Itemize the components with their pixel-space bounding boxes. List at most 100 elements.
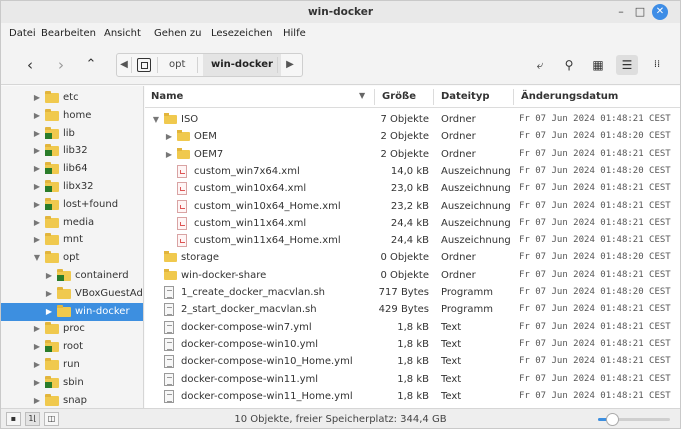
column-type[interactable]: Dateityp: [441, 91, 490, 102]
sidebar-item-run[interactable]: ▶ run: [1, 356, 143, 374]
menu-lesezeichen[interactable]: Lesezeichen: [211, 28, 272, 39]
sort-desc-icon[interactable]: ▼: [359, 91, 365, 100]
expander-collapsed-icon[interactable]: ▶: [32, 320, 42, 338]
breadcrumb-opt[interactable]: opt: [169, 54, 185, 76]
expander-collapsed-icon[interactable]: ▶: [164, 146, 174, 163]
forward-button[interactable]: ›: [52, 55, 70, 75]
file-date: Fr 07 Jun 2024 01:48:20 CEST: [519, 252, 671, 263]
sidebar-item-lib64[interactable]: ▶ lib64: [1, 160, 143, 178]
sidebar-item-vboxguestadditions[interactable]: ▶ VBoxGuestAdditions: [1, 285, 143, 303]
column-date[interactable]: Änderungsdatum: [521, 91, 618, 102]
sidebar-item-etc[interactable]: ▶ etc: [1, 89, 143, 107]
expander-collapsed-icon[interactable]: ▶: [32, 231, 42, 249]
breadcrumb-prev-icon[interactable]: ◀: [117, 54, 131, 76]
folder-icon: [45, 358, 59, 370]
sidebar-item-containerd[interactable]: ▶ containerd: [1, 267, 143, 285]
folder-icon: [57, 269, 71, 281]
breadcrumb-separator: [277, 57, 278, 73]
folder-icon: [45, 126, 59, 139]
list-view-icon[interactable]: ☰: [616, 55, 638, 75]
file-row[interactable]: custom_win10x64.xml 23,0 kB Auszeichnung Fr…: [145, 180, 680, 197]
folder-icon: [164, 268, 177, 280]
file-row[interactable]: ▶ OEM7 2 Objekte Ordner Fr 07 Jun 2024 01:48…: [145, 146, 680, 163]
back-button[interactable]: ‹: [21, 55, 39, 75]
expander-collapsed-icon[interactable]: ▶: [32, 125, 42, 143]
text-file-icon: [164, 372, 174, 386]
compact-view-icon[interactable]: ⁞⁞: [646, 55, 668, 75]
expander-collapsed-icon[interactable]: ▶: [44, 285, 54, 303]
sidebar-item-lost-found[interactable]: ▶ lost+found: [1, 196, 143, 214]
breadcrumb: ◀ opt win-docker ▶: [116, 53, 303, 77]
file-type: Ordner: [441, 131, 476, 143]
expander-collapsed-icon[interactable]: ▶: [32, 160, 42, 178]
file-row[interactable]: docker-compose-win11.yml 1,8 kB Text Fr 07 …: [145, 371, 680, 388]
maximize-icon[interactable]: □: [632, 4, 648, 20]
menu-hilfe[interactable]: Hilfe: [283, 28, 306, 39]
sidebar-item-sbin[interactable]: ▶ sbin: [1, 374, 143, 392]
column-size[interactable]: Größe: [382, 91, 416, 102]
breadcrumb-next-icon[interactable]: ▶: [283, 54, 297, 76]
file-row[interactable]: custom_win11x64_Home.xml 24,4 kB Auszeichn…: [145, 232, 680, 249]
up-button[interactable]: ⌃: [82, 55, 100, 75]
sidebar-item-media[interactable]: ▶ media: [1, 214, 143, 232]
menu-gehen-zu[interactable]: Gehen zu: [154, 28, 202, 39]
file-row[interactable]: custom_win10x64_Home.xml 23,2 kB Auszeichn…: [145, 198, 680, 215]
file-row[interactable]: docker-compose-win7.yml 1,8 kB Text Fr 07 J…: [145, 319, 680, 336]
expander-collapsed-icon[interactable]: ▶: [32, 89, 42, 107]
file-row[interactable]: storage 0 Objekte Ordner Fr 07 Jun 2024 01:…: [145, 249, 680, 266]
root-drive-icon[interactable]: [137, 58, 151, 72]
file-type: Ordner: [441, 148, 476, 160]
file-row[interactable]: ▼ ISO 7 Objekte Ordner Fr 07 Jun 2024 01:48:…: [145, 111, 680, 128]
file-size: 24,4 kB: [390, 217, 429, 229]
sidebar-item-root[interactable]: ▶ root: [1, 338, 143, 356]
file-row[interactable]: custom_win7x64.xml 14,0 kB Auszeichnung Fr …: [145, 163, 680, 180]
file-date: Fr 07 Jun 2024 01:48:21 CEST: [519, 321, 671, 332]
sidebar-item-snap[interactable]: ▶ snap: [1, 392, 143, 408]
expander-collapsed-icon[interactable]: ▶: [32, 142, 42, 160]
close-icon[interactable]: ✕: [652, 4, 668, 20]
sidebar-item-opt[interactable]: ▼ opt: [1, 249, 143, 267]
minimize-icon[interactable]: –: [613, 4, 629, 20]
expander-collapsed-icon[interactable]: ▶: [164, 128, 174, 145]
menu-bearbeiten[interactable]: Bearbeiten: [41, 28, 96, 39]
file-date: Fr 07 Jun 2024 01:48:21 CEST: [519, 269, 671, 280]
expander-collapsed-icon[interactable]: ▶: [32, 196, 42, 214]
file-row[interactable]: custom_win11x64.xml 24,4 kB Auszeichnung Fr…: [145, 215, 680, 232]
file-name: docker-compose-win11.yml: [181, 373, 319, 385]
sidebar-item-proc[interactable]: ▶ proc: [1, 320, 143, 338]
file-row[interactable]: 1_create_docker_macvlan.sh 717 Bytes Progr…: [145, 284, 680, 301]
sidebar-item-libx32[interactable]: ▶ libx32: [1, 178, 143, 196]
expander-expanded-icon[interactable]: ▼: [151, 111, 161, 128]
expander-collapsed-icon[interactable]: ▶: [32, 356, 42, 374]
expander-collapsed-icon[interactable]: ▶: [44, 267, 54, 285]
sidebar-item-home[interactable]: ▶ home: [1, 107, 143, 125]
file-row[interactable]: docker-compose-win11_Home.yml 1,8 kB Text F…: [145, 388, 680, 405]
zoom-slider[interactable]: [598, 413, 670, 426]
expander-expanded-icon[interactable]: ▼: [32, 249, 42, 267]
file-row[interactable]: docker-compose-win10.yml 1,8 kB Text Fr 07 …: [145, 336, 680, 353]
sidebar-item-lib32[interactable]: ▶ lib32: [1, 142, 143, 160]
search-icon[interactable]: ⚲: [558, 55, 580, 75]
file-row[interactable]: win-docker-share 0 Objekte Ordner Fr 07 Jun…: [145, 267, 680, 284]
expander-collapsed-icon[interactable]: ▶: [32, 374, 42, 392]
expander-collapsed-icon[interactable]: ▶: [32, 107, 42, 125]
menu-ansicht[interactable]: Ansicht: [104, 28, 141, 39]
expander-collapsed-icon[interactable]: ▶: [32, 214, 42, 232]
sidebar-item-mnt[interactable]: ▶ mnt: [1, 231, 143, 249]
file-row[interactable]: docker-compose-win10_Home.yml 1,8 kB Text F…: [145, 353, 680, 370]
breadcrumb-win-docker[interactable]: win-docker: [203, 54, 281, 76]
sidebar-item-lib[interactable]: ▶ lib: [1, 125, 143, 143]
column-name[interactable]: Name: [151, 91, 183, 102]
file-name: custom_win10x64_Home.xml: [194, 200, 341, 212]
expander-collapsed-icon[interactable]: ▶: [32, 392, 42, 408]
open-terminal-icon[interactable]: ⤶: [529, 55, 551, 75]
menu-datei[interactable]: Datei: [9, 28, 36, 39]
expander-collapsed-icon[interactable]: ▶: [32, 338, 42, 356]
grid-view-icon[interactable]: ▦: [587, 55, 609, 75]
expander-collapsed-icon[interactable]: ▶: [32, 178, 42, 196]
file-row[interactable]: ▶ OEM 2 Objekte Ordner Fr 07 Jun 2024 01:48:…: [145, 128, 680, 145]
file-row[interactable]: 2_start_docker_macvlan.sh 429 Bytes Progra…: [145, 301, 680, 318]
sidebar-item-win-docker[interactable]: ▶ win-docker: [1, 302, 143, 321]
expander-collapsed-icon[interactable]: ▶: [44, 303, 54, 321]
file-size: 1,8 kB: [397, 338, 429, 350]
